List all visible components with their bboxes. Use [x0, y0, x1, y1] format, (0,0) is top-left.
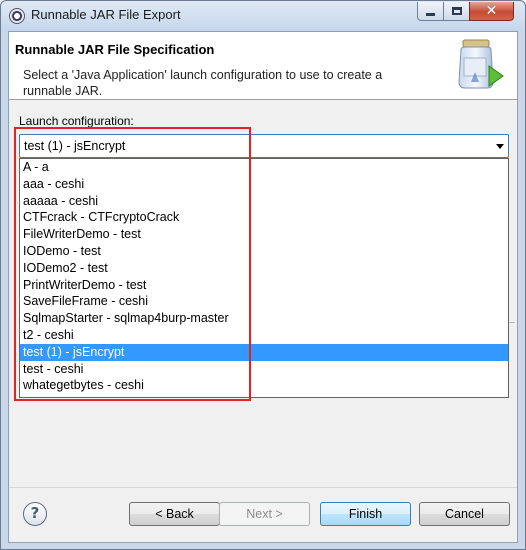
minimize-icon	[426, 12, 435, 16]
minimize-button[interactable]	[417, 2, 444, 21]
jar-export-wizard-icon	[458, 39, 504, 89]
close-button[interactable]: ✕	[469, 2, 514, 21]
window: Runnable JAR File Export ✕ Runnable JAR …	[0, 0, 526, 550]
title-bar[interactable]: Runnable JAR File Export ✕	[1, 1, 525, 31]
wizard-header: Runnable JAR File Specification Select a…	[9, 32, 517, 100]
close-icon: ✕	[485, 3, 498, 19]
back-button[interactable]: < Back	[129, 502, 220, 526]
window-title: Runnable JAR File Export	[31, 7, 181, 22]
next-button[interactable]: Next >	[219, 502, 310, 526]
maximize-button[interactable]	[443, 2, 470, 21]
launch-configuration-label: Launch configuration:	[19, 114, 134, 128]
help-button[interactable]: ?	[23, 502, 47, 526]
maximize-icon	[451, 7, 462, 15]
finish-button[interactable]: Finish	[320, 502, 411, 526]
chevron-down-icon[interactable]	[496, 144, 504, 149]
hidden-group-border	[509, 322, 515, 323]
cancel-button[interactable]: Cancel	[419, 502, 510, 526]
page-title: Runnable JAR File Specification	[15, 42, 215, 57]
page-description: Select a 'Java Application' launch confi…	[23, 68, 383, 98]
highlight-annotation-box	[14, 127, 251, 401]
eclipse-icon	[9, 8, 25, 24]
dialog-client: Runnable JAR File Specification Select a…	[8, 31, 518, 543]
footer-separator	[9, 487, 517, 488]
